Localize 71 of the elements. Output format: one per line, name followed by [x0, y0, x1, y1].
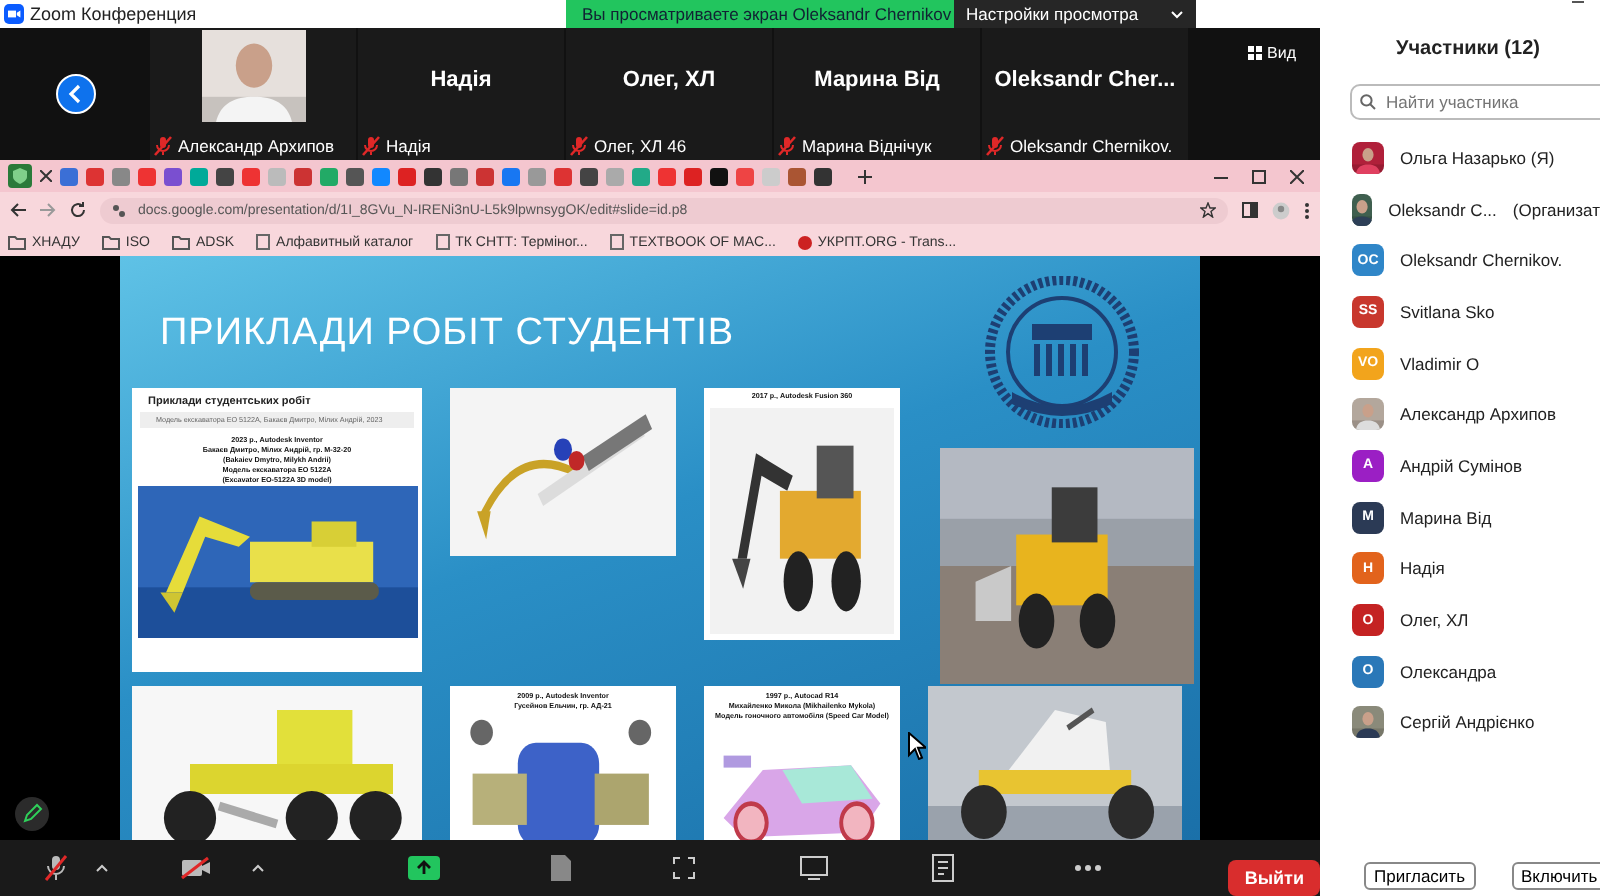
- caret-icon[interactable]: [252, 864, 264, 872]
- participant-label: Oleksandr Chernikov.: [1010, 136, 1173, 156]
- participant-name: Vladimir O: [1400, 353, 1480, 374]
- notes-icon[interactable]: [932, 854, 954, 882]
- view-button[interactable]: Вид: [1235, 40, 1308, 64]
- folder-icon: [171, 235, 190, 249]
- close-icon[interactable]: [1290, 169, 1304, 183]
- participant-name: Сергій Андрієнко: [1400, 712, 1535, 733]
- participant-name: Олег, ХЛ: [622, 66, 716, 96]
- slide-title: ПРИКЛАДИ РОБІТ СТУДЕНТІВ: [158, 312, 737, 356]
- monitor-icon[interactable]: [800, 856, 828, 880]
- page-icon: [256, 234, 271, 250]
- pencil-button[interactable]: [14, 796, 50, 832]
- video-off-button[interactable]: [180, 856, 212, 880]
- muted-microphone-button[interactable]: [44, 854, 68, 882]
- panel-title: Участники (12): [1394, 36, 1542, 64]
- back-button[interactable]: [55, 74, 95, 114]
- participant-name: Надія: [430, 66, 492, 96]
- panel-button[interactable]: Включить: [1511, 862, 1600, 890]
- participant-name: Олександра: [1400, 661, 1497, 682]
- close-icon[interactable]: [40, 170, 52, 182]
- grid-icon: [1247, 45, 1262, 59]
- participant-name: Ольга Назарько (Я): [1400, 147, 1555, 168]
- star-icon[interactable]: [1200, 202, 1216, 218]
- folder-icon: [8, 235, 26, 249]
- participant-name: Svitlana Sko: [1400, 301, 1495, 322]
- participant-row[interactable]: Ольга Назарько (Я): [1320, 132, 1600, 184]
- page-icon: [435, 234, 450, 250]
- participant-name: Олег, ХЛ: [1400, 610, 1469, 631]
- participant-label: Марина Віднічук: [802, 136, 932, 156]
- profile-icon[interactable]: [1272, 201, 1290, 219]
- caret-icon[interactable]: [96, 864, 108, 872]
- mouse-cursor-icon: [908, 732, 926, 760]
- participant-name: Александр Архипов: [1400, 404, 1557, 425]
- participant-row[interactable]: Oleksandr C... (Организат: [1320, 183, 1600, 235]
- participant-name: Марина Від: [814, 66, 940, 96]
- search-icon: [1360, 94, 1376, 110]
- participant-name: Oleksandr C...: [1388, 199, 1497, 220]
- university-emblem-icon: [983, 276, 1139, 428]
- participant-name: Андрій Сумінов: [1400, 455, 1523, 476]
- menu-icon[interactable]: [1304, 201, 1310, 219]
- back-arrow-icon[interactable]: [10, 202, 26, 218]
- search-field[interactable]: Найти участника: [1350, 84, 1600, 120]
- window-title: Zoom Конференция: [30, 4, 197, 24]
- document-icon[interactable]: [550, 854, 572, 882]
- participant-row[interactable]: Александр Архипов: [1320, 388, 1600, 441]
- screen-share-banner: Вы просматриваете экран Oleksandr Chernikov: [566, 0, 954, 28]
- panel-button[interactable]: Пригласить: [1364, 862, 1476, 890]
- shield-icon: [8, 164, 32, 188]
- maximize-icon[interactable]: [1252, 169, 1266, 183]
- participant-label: Надія: [386, 136, 431, 156]
- participant-name: Надія: [1400, 558, 1445, 579]
- minimize-icon[interactable]: [1572, 0, 1584, 6]
- participant-name: Oleksandr Cher...: [994, 66, 1176, 96]
- participant-label: Александр Архипов: [178, 136, 335, 156]
- caret-icon: [1170, 9, 1185, 19]
- participant-label: Олег, ХЛ 46: [594, 136, 687, 156]
- participant-name: Марина Від: [1400, 507, 1492, 528]
- participant-role: (Организат: [1512, 199, 1600, 220]
- reload-icon[interactable]: [70, 202, 86, 218]
- view-settings-button[interactable]: Настройки просмотра: [954, 0, 1197, 28]
- page-icon: [609, 234, 624, 250]
- sidebar-icon[interactable]: [1242, 202, 1258, 218]
- leave-button[interactable]: Выйти: [1228, 860, 1320, 896]
- favicon-icon: [797, 235, 812, 249]
- more-icon[interactable]: [1074, 864, 1102, 872]
- share-screen-button[interactable]: [408, 856, 440, 880]
- participant-row[interactable]: Сергій Андрієнко: [1320, 697, 1600, 749]
- new-tab-icon[interactable]: [858, 169, 872, 183]
- participant-name: Oleksandr Chernikov.: [1400, 250, 1563, 271]
- folder-icon: [101, 235, 120, 249]
